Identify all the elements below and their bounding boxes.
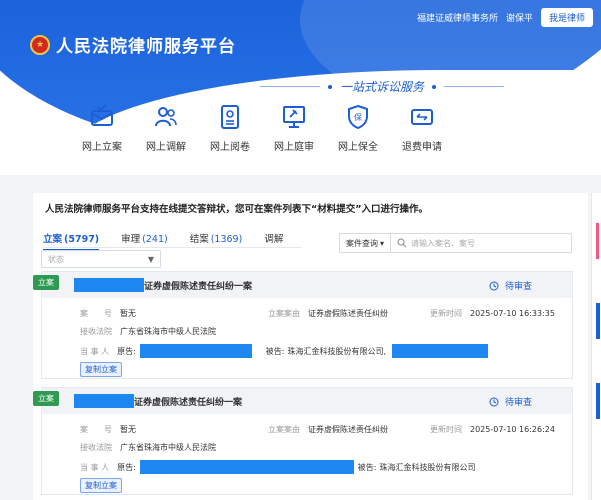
mail-check-icon	[91, 104, 113, 126]
national-emblem-icon: ★	[30, 34, 50, 55]
slogan-line-left	[260, 86, 320, 87]
case-status-text: 待审查	[504, 282, 532, 292]
case-card: 立案 证券虚假陈述责任纠纷一案 待审查 案 号暂无 立案案由 证券虚假陈述责任纠纷…	[33, 271, 573, 379]
case-tag: 立案	[33, 275, 59, 290]
service-online-hearing[interactable]: 网上庭审	[262, 104, 326, 153]
redaction-block	[74, 278, 144, 292]
courtroom-icon	[283, 106, 305, 128]
right-side-panel	[591, 193, 601, 500]
redaction-block	[74, 394, 134, 408]
service-refund-request[interactable]: 退费申请	[390, 104, 454, 153]
hero-banner: 福建证威律师事务所 谢保平 我是律师 ★ 人民法院律师服务平台 一站式诉讼服务 …	[0, 0, 601, 175]
case-cause-row: 立案案由 证券虚假陈述责任纠纷	[268, 425, 388, 434]
clock-icon	[489, 397, 499, 406]
side-indicator	[596, 303, 600, 339]
side-indicator	[596, 383, 600, 419]
tab-closed[interactable]: 结案 (1369)	[190, 231, 243, 251]
case-court-row: 接收法院 广东省珠海市中级人民法院	[80, 327, 216, 336]
notice-text: 人民法院律师服务平台支持在线提交答辩状，您可在案件列表下“材料提交”入口进行操作…	[45, 204, 428, 215]
case-updated-row: 更新时间 2025-07-10 16:33:35	[430, 309, 555, 318]
slogan: 一站式诉讼服务	[260, 78, 505, 95]
service-label: 退费申请	[402, 142, 442, 153]
lawyer-login-button[interactable]: 我是律师	[540, 8, 593, 27]
service-online-filing[interactable]: 网上立案	[70, 104, 134, 153]
slogan-line-right	[444, 86, 505, 87]
caret-down-icon: ▾	[380, 238, 385, 248]
tab-trial[interactable]: 审理 (241)	[121, 231, 168, 251]
case-updated-row: 更新时间 2025-07-10 16:26:24	[430, 425, 555, 434]
tabs-divider	[43, 247, 301, 248]
chevron-down-icon: ▼	[147, 254, 154, 264]
tab-mediation[interactable]: 调解	[264, 231, 283, 251]
service-label: 网上保全	[338, 142, 378, 153]
tab-count: (5797)	[64, 234, 100, 245]
service-label: 网上调解	[146, 142, 186, 153]
site-logo[interactable]: ★ 人民法院律师服务平台	[30, 32, 236, 57]
slogan-dot	[432, 84, 437, 89]
case-header: 立案 证券虚假陈述责任纠纷一案 待审查	[33, 388, 572, 414]
case-court-row: 接收法院 广东省珠海市中级人民法院	[80, 443, 216, 452]
search-icon	[397, 238, 407, 248]
case-number-row: 案 号暂无	[80, 425, 136, 434]
slogan-text: 一站式诉讼服务	[340, 80, 425, 94]
case-title-text: 证券虚假陈述责任纠纷一案	[134, 397, 243, 408]
user-name[interactable]: 谢保平	[506, 11, 533, 24]
tab-filing[interactable]: 立案 (5797)	[43, 231, 100, 251]
tab-label: 结案	[189, 234, 209, 245]
service-online-preservation[interactable]: 保 网上保全	[326, 104, 390, 153]
case-tag: 立案	[33, 391, 59, 406]
clock-icon	[489, 281, 499, 290]
service-online-review[interactable]: 网上阅卷	[198, 104, 262, 153]
refund-icon	[411, 109, 433, 125]
service-label: 网上阅卷	[210, 142, 250, 153]
tab-label: 立案	[43, 234, 63, 245]
service-online-mediation[interactable]: 网上调解	[134, 104, 198, 153]
service-label: 网上庭审	[274, 142, 314, 153]
case-status: 待审查	[489, 395, 532, 408]
case-status: 待审查	[489, 279, 532, 292]
status-placeholder: 状态	[48, 254, 64, 264]
case-search-group: 案件查询 ▾	[339, 233, 572, 253]
copy-filing-button[interactable]: 复制立案	[80, 362, 122, 377]
case-header: 立案 证券虚假陈述责任纠纷一案 待审查	[33, 272, 572, 298]
service-nav: 网上立案 网上调解 网上阅卷 网上庭审 保 网上保全 退费申请	[70, 104, 454, 153]
document-view-icon	[221, 105, 239, 129]
redaction-block	[139, 344, 252, 358]
copy-filing-button[interactable]: 复制立案	[80, 478, 122, 493]
case-party-row: 当 事 人 原告: 被告: 珠海汇金科技股份有限公司,	[80, 344, 489, 358]
case-party-row: 当 事 人 原告: 被告: 珠海汇金科技股份有限公司	[80, 460, 476, 474]
tab-count: (1369)	[210, 234, 243, 245]
tab-label: 调解	[264, 234, 284, 245]
slogan-dot	[328, 84, 332, 89]
redaction-block	[139, 460, 354, 474]
case-list-panel: 人民法院律师服务平台支持在线提交答辩状，您可在案件列表下“材料提交”入口进行操作…	[33, 193, 588, 500]
status-select[interactable]: 状态 ▼	[41, 250, 161, 268]
case-number-row: 案 号暂无	[80, 309, 136, 318]
tab-label: 审理	[121, 234, 141, 245]
firm-name: 福建证威律师事务所	[416, 14, 498, 24]
users-icon	[155, 107, 177, 127]
redaction-block	[392, 344, 489, 358]
service-label: 网上立案	[82, 142, 122, 153]
query-type-label: 案件查询	[346, 238, 378, 248]
side-indicator	[596, 223, 599, 259]
tab-count: (241)	[142, 234, 168, 245]
case-title[interactable]: 证券虚假陈述责任纠纷一案	[74, 394, 242, 408]
user-bar: 福建证威律师事务所 谢保平 我是律师	[417, 8, 593, 27]
svg-text:保: 保	[354, 112, 362, 122]
site-title: 人民法院律师服务平台	[56, 37, 236, 57]
search-input[interactable]	[407, 238, 571, 248]
case-tabs: 立案 (5797) 审理 (241) 结案 (1369) 调解	[43, 231, 283, 251]
case-title[interactable]: 证券虚假陈述责任纠纷一案	[74, 278, 252, 292]
case-cause-row: 立案案由 证券虚假陈述责任纠纷	[268, 309, 388, 318]
shield-icon: 保	[348, 104, 368, 130]
case-status-text: 待审查	[504, 398, 532, 408]
case-title-text: 证券虚假陈述责任纠纷一案	[144, 281, 253, 292]
query-type-select[interactable]: 案件查询 ▾	[340, 234, 392, 252]
case-card: 立案 证券虚假陈述责任纠纷一案 待审查 案 号暂无 立案案由 证券虚假陈述责任纠纷…	[33, 387, 573, 495]
